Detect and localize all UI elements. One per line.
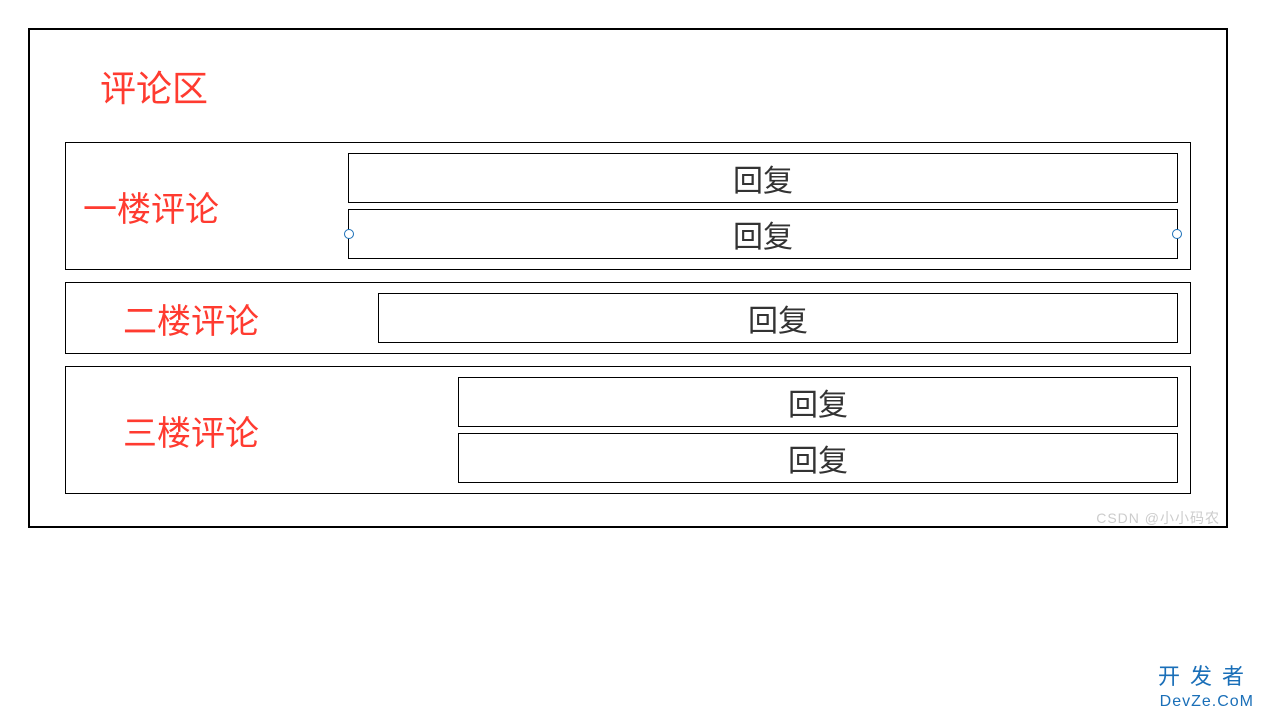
section-title: 评论区 bbox=[100, 60, 1191, 112]
brand-cn: 开发者 bbox=[1158, 659, 1254, 691]
reply-item: 回复 bbox=[458, 377, 1178, 427]
comment-label-1: 一楼评论 bbox=[78, 182, 348, 231]
comment-block-2: 二楼评论 回复 bbox=[65, 282, 1191, 354]
comment-block-1: 一楼评论 回复 回复 bbox=[65, 142, 1191, 270]
replies-list-1: 回复 回复 bbox=[348, 153, 1178, 259]
comment-section-container: 评论区 一楼评论 回复 回复 二楼评论 回复 三楼评论 回复 回复 CSDN @… bbox=[28, 28, 1228, 528]
replies-list-3: 回复 回复 bbox=[458, 377, 1178, 483]
replies-list-2: 回复 bbox=[378, 293, 1178, 343]
comment-block-3: 三楼评论 回复 回复 bbox=[65, 366, 1191, 494]
brand-en: DevZe.CoM bbox=[1160, 693, 1254, 711]
reply-item: 回复 bbox=[348, 209, 1178, 259]
reply-item: 回复 bbox=[458, 433, 1178, 483]
comment-label-3: 三楼评论 bbox=[78, 406, 458, 455]
reply-item: 回复 bbox=[348, 153, 1178, 203]
comment-label-2: 二楼评论 bbox=[78, 294, 378, 343]
watermark-text: CSDN @小小码农 bbox=[1096, 508, 1220, 528]
reply-item: 回复 bbox=[378, 293, 1178, 343]
